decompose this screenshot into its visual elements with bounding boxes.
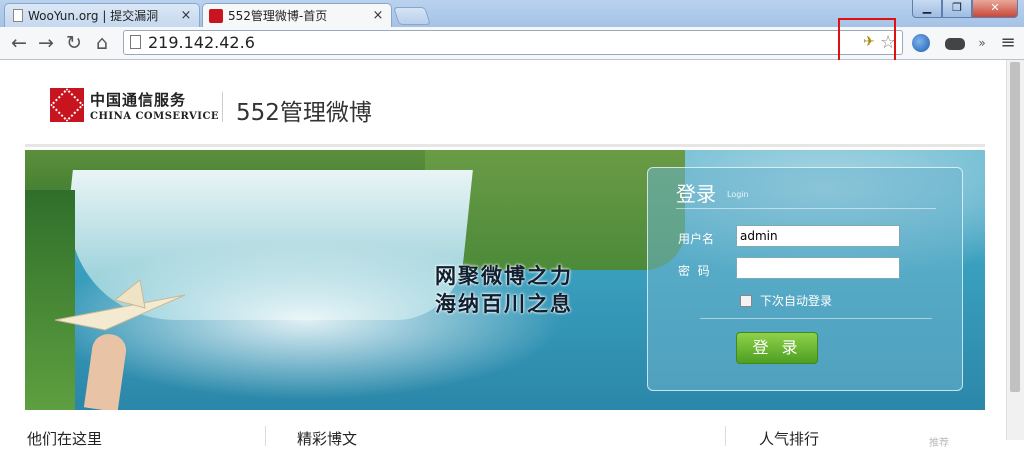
tab-close-icon[interactable]: × — [179, 8, 193, 23]
login-subtitle: Login — [727, 190, 749, 199]
logo-cn-text: 中国通信服务 — [90, 90, 187, 109]
menu-icon[interactable]: ≡ — [998, 33, 1018, 53]
forward-button[interactable]: → — [35, 32, 57, 54]
page-favicon-icon — [13, 9, 23, 22]
tab-close-icon[interactable]: × — [371, 8, 385, 23]
section-they-are-here[interactable]: 他们在这里 — [27, 428, 102, 449]
company-logo[interactable]: 中国通信服务 CHINA COMSERVICE — [50, 88, 219, 122]
password-label: 密 码 — [678, 264, 710, 278]
back-button[interactable]: ← — [8, 32, 30, 54]
window-close-button[interactable]: ✕ — [972, 0, 1018, 18]
logo-mark-icon — [50, 88, 84, 122]
tab-title: 552管理微博-首页 — [228, 9, 328, 23]
remember-checkbox[interactable] — [740, 294, 752, 307]
reload-button[interactable]: ↻ — [63, 32, 85, 54]
maximize-button[interactable]: ❐ — [942, 0, 972, 18]
header-rule — [25, 144, 985, 147]
banner-slogan: 网聚微博之力 海纳百川之息 — [435, 262, 573, 318]
site-title: 552管理微博 — [236, 100, 372, 126]
username-input[interactable] — [736, 225, 900, 247]
paper-plane-icon — [54, 280, 186, 331]
username-label: 用户名 — [678, 232, 715, 246]
tab-552-weibo[interactable]: 552管理微博-首页 × — [202, 3, 392, 27]
tab-wooyun[interactable]: WooYun.org | 提交漏洞 × — [4, 3, 200, 27]
page-scrollbar[interactable] — [1006, 60, 1024, 440]
globe-icon[interactable] — [912, 34, 930, 52]
address-url[interactable]: 219.142.42.6 — [148, 33, 255, 52]
minimize-button[interactable]: ▁ — [912, 0, 942, 18]
login-button[interactable]: 登 录 — [736, 332, 818, 364]
new-tab-button[interactable] — [393, 7, 431, 25]
page-viewport: 中国通信服务 CHINA COMSERVICE 552管理微博 网聚微博之力 海… — [0, 60, 1024, 449]
password-input[interactable] — [736, 257, 900, 279]
incognito-mask-icon[interactable] — [945, 38, 965, 50]
page-icon — [130, 35, 141, 49]
login-panel: 登录 Login 用户名 密 码 下次自动登录 登 录 — [647, 167, 963, 391]
home-button[interactable]: ⌂ — [91, 32, 113, 54]
slogan-line-2: 海纳百川之息 — [435, 291, 573, 316]
login-divider-2 — [700, 318, 932, 319]
site-favicon-icon — [209, 8, 223, 23]
address-bar[interactable]: 219.142.42.6 ✈ ☆ — [123, 30, 903, 55]
section-popularity-ranking[interactable]: 人气排行 — [759, 428, 819, 449]
hero-banner: 网聚微博之力 海纳百川之息 登录 Login 用户名 密 码 下次自动登录 登 … — [25, 150, 985, 410]
window-controls: ▁ ❐ ✕ — [912, 0, 1018, 18]
logo-divider — [222, 92, 223, 122]
login-title: 登录 — [676, 182, 716, 206]
overflow-chevron-icon[interactable]: » — [972, 33, 992, 53]
remember-me[interactable]: 下次自动登录 — [740, 292, 832, 309]
highlight-annotation-box — [838, 18, 896, 66]
login-divider — [676, 208, 936, 209]
scrollbar-thumb[interactable] — [1010, 62, 1020, 392]
section-divider — [265, 426, 266, 446]
section-headers: 他们在这里 精彩博文 人气排行 推荐 — [25, 426, 985, 449]
tab-title: WooYun.org | 提交漏洞 — [28, 9, 159, 23]
slogan-line-1: 网聚微博之力 — [435, 263, 573, 288]
section-featured-posts[interactable]: 精彩博文 — [297, 428, 357, 449]
faint-text: 推荐 — [929, 438, 949, 449]
logo-en-text: CHINA COMSERVICE — [90, 110, 220, 122]
remember-label: 下次自动登录 — [760, 294, 833, 308]
section-divider — [725, 426, 726, 446]
